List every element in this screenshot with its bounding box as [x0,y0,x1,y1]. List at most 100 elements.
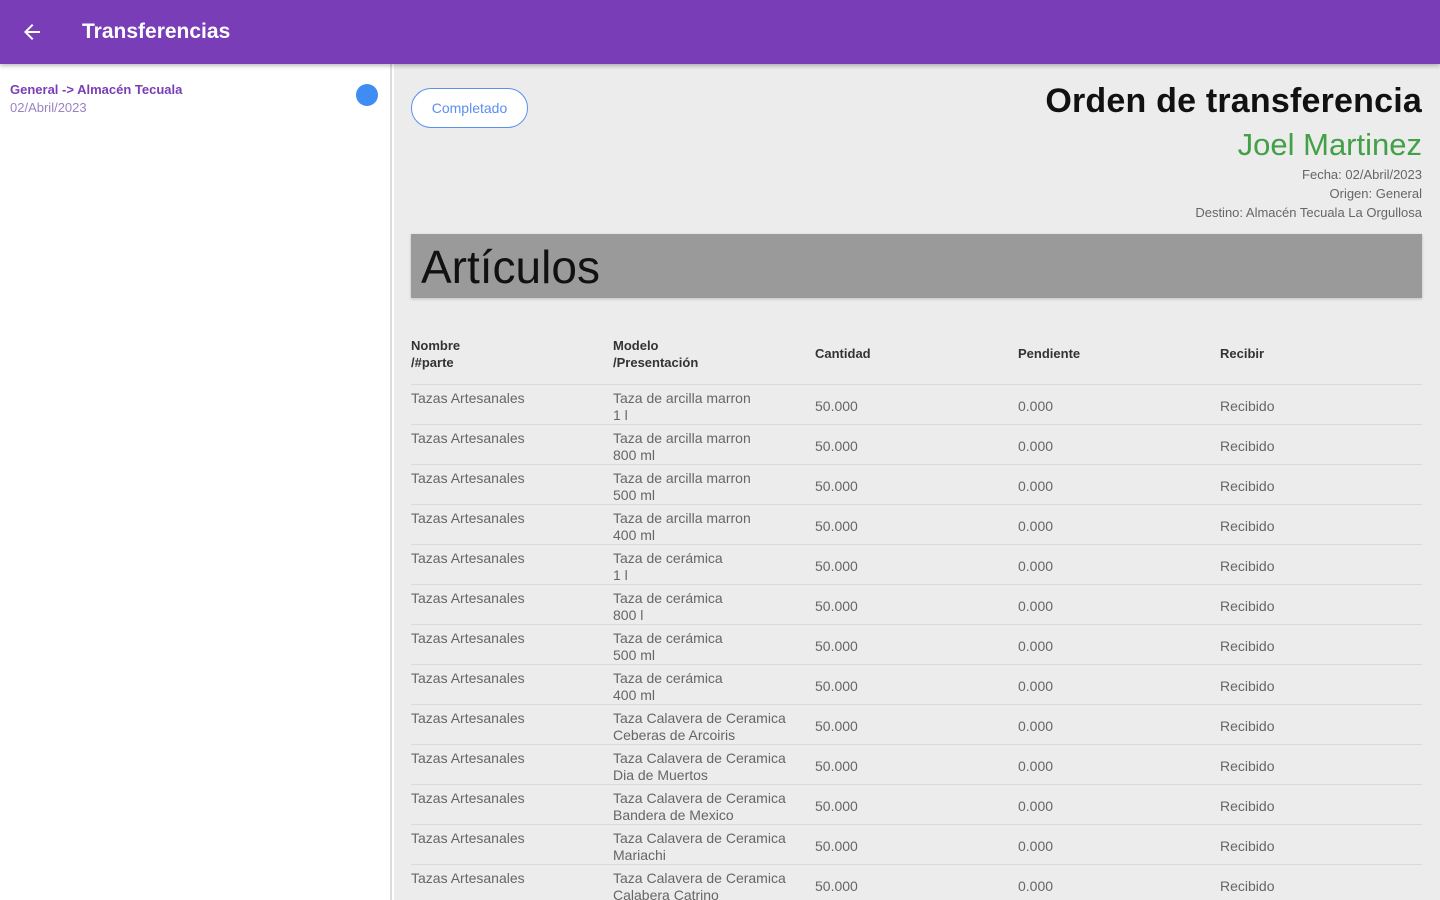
order-destination: Destino: Almacén Tecuala La Orgullosa [1195,205,1422,220]
table-row: Tazas Artesanales Taza de arcilla marron 4… [411,504,1422,545]
cell-receive[interactable]: Recibido [1220,424,1422,465]
cell-name: Tazas Artesanales [411,544,613,585]
cell-name: Tazas Artesanales [411,624,613,665]
cell-quantity: 50.000 [815,704,1018,745]
cell-pending: 0.000 [1018,664,1220,705]
table-row: Tazas Artesanales Taza Calavera de Cerami… [411,784,1422,825]
order-title: Orden de transferencia [1045,82,1422,120]
articles-title: Artículos [421,241,600,293]
column-header-model: Modelo /Presentación [613,337,699,370]
cell-name: Tazas Artesanales [411,824,613,865]
app-bar: Transferencias [0,0,1440,64]
sidebar: General -> Almacén Tecuala 02/Abril/2023 [0,64,392,900]
cell-receive[interactable]: Recibido [1220,504,1422,545]
cell-receive[interactable]: Recibido [1220,864,1422,900]
order-detail: Completado Orden de transferencia Joel M… [394,64,1440,900]
cell-quantity: 50.000 [815,864,1018,900]
cell-pending: 0.000 [1018,784,1220,825]
cell-quantity: 50.000 [815,383,1018,425]
cell-receive[interactable]: Recibido [1220,784,1422,825]
cell-receive[interactable]: Recibido [1220,383,1422,425]
cell-name: Tazas Artesanales [411,664,613,705]
model-line: 400 ml [613,686,656,703]
column-header-receive: Recibir [1220,346,1265,362]
table-row: Tazas Artesanales Taza de cerámica 800 l 50… [411,584,1422,625]
model-line: Taza de cerámica [613,629,723,646]
cell-model: Taza de arcilla marron 800 ml [613,424,815,465]
arrow-left-icon [24,24,40,40]
model-line: Taza Calavera de Ceramica [613,709,786,726]
cell-quantity: 50.000 [815,744,1018,785]
model-line: Ceberas de Arcoiris [613,726,736,743]
cell-pending: 0.000 [1018,624,1220,665]
cell-model: Taza Calavera de Ceramica Dia de Muertos [613,744,815,785]
cell-receive[interactable]: Recibido [1220,704,1422,745]
person-name: Joel Martinez [1237,127,1422,162]
cell-quantity: 50.000 [815,664,1018,705]
status-badge[interactable]: Completado [411,88,528,128]
model-line: Bandera de Mexico [613,806,734,823]
cell-pending: 0.000 [1018,383,1220,425]
cell-receive[interactable]: Recibido [1220,544,1422,585]
cell-name: Tazas Artesanales [411,744,613,785]
cell-model: Taza de arcilla marron 400 ml [613,504,815,545]
model-line: Taza de arcilla marron [613,469,751,486]
cell-receive[interactable]: Recibido [1220,744,1422,785]
cell-receive[interactable]: Recibido [1220,664,1422,705]
sidebar-item-transfer[interactable]: General -> Almacén Tecuala 02/Abril/2023 [0,64,390,124]
cell-pending: 0.000 [1018,504,1220,545]
model-line: Taza Calavera de Ceramica [613,869,786,886]
table-row: Tazas Artesanales Taza Calavera de Cerami… [411,744,1422,785]
cell-name: Tazas Artesanales [411,864,613,900]
column-header-pending: Pendiente [1018,346,1081,362]
model-line: 400 ml [613,526,656,543]
cell-quantity: 50.000 [815,504,1018,545]
order-date: Fecha: 02/Abril/2023 [1302,167,1422,182]
table-row: Tazas Artesanales Taza de cerámica 1 l 50.0… [411,544,1422,585]
model-line: 1 l [613,406,628,423]
cell-receive[interactable]: Recibido [1220,464,1422,505]
cell-quantity: 50.000 [815,584,1018,625]
order-origin: Origen: General [1329,186,1423,201]
sidebar-item-route: General -> Almacén Tecuala [10,82,183,97]
cell-quantity: 50.000 [815,824,1018,865]
cell-name: Tazas Artesanales [411,584,613,625]
table-row: Tazas Artesanales Taza Calavera de Cerami… [411,824,1422,865]
status-dot-icon [356,84,378,106]
cell-pending: 0.000 [1018,424,1220,465]
model-line: 800 ml [613,446,656,463]
cell-pending: 0.000 [1018,824,1220,865]
model-line: Taza Calavera de Ceramica [613,749,786,766]
cell-receive[interactable]: Recibido [1220,624,1422,665]
table-row: Tazas Artesanales Taza de cerámica 500 ml 5… [411,624,1422,665]
cell-model: Taza de cerámica 500 ml [613,624,815,665]
cell-model: Taza de cerámica 1 l [613,544,815,585]
cell-pending: 0.000 [1018,744,1220,785]
cell-name: Tazas Artesanales [411,424,613,465]
sidebar-item-date: 02/Abril/2023 [10,100,87,115]
cell-quantity: 50.000 [815,624,1018,665]
cell-quantity: 50.000 [815,784,1018,825]
model-line: 800 l [613,606,644,623]
cell-quantity: 50.000 [815,544,1018,585]
table-row: Tazas Artesanales Taza de arcilla marron 8… [411,424,1422,465]
cell-model: Taza de cerámica 400 ml [613,664,815,705]
cell-name: Tazas Artesanales [411,704,613,745]
cell-receive[interactable]: Recibido [1220,584,1422,625]
articles-table: Nombre /#parte Modelo /Presentación Cant… [411,324,1422,900]
cell-model: Taza Calavera de Ceramica Bandera de Mexi… [613,784,815,825]
model-line: Taza de arcilla marron [613,389,751,406]
model-line: Taza de cerámica [613,669,723,686]
back-button[interactable] [0,0,64,64]
cell-pending: 0.000 [1018,864,1220,900]
cell-quantity: 50.000 [815,464,1018,505]
model-line: Taza de arcilla marron [613,429,751,446]
table-row: Tazas Artesanales Taza Calavera de Cerami… [411,864,1422,900]
order-header: Orden de transferencia Joel Martinez Fec… [1045,82,1422,220]
cell-receive[interactable]: Recibido [1220,824,1422,865]
cell-name: Tazas Artesanales [411,784,613,825]
cell-model: Taza de cerámica 800 l [613,584,815,625]
model-line: 1 l [613,566,628,583]
cell-name: Tazas Artesanales [411,383,613,425]
cell-name: Tazas Artesanales [411,504,613,545]
